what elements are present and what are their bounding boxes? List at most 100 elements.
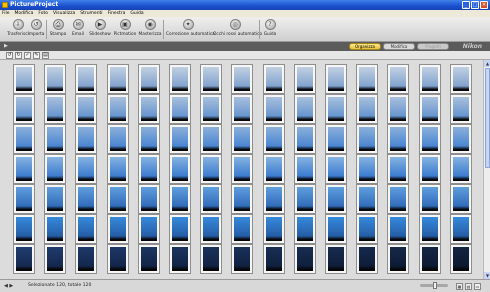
photo-thumbnail[interactable]: [200, 244, 222, 274]
photo-thumbnail[interactable]: [138, 124, 160, 154]
photo-thumbnail[interactable]: [419, 124, 441, 154]
photo-thumbnail[interactable]: [294, 124, 316, 154]
zoom-slider[interactable]: [420, 282, 448, 289]
photo-thumbnail[interactable]: [263, 124, 285, 154]
photo-thumbnail[interactable]: [13, 184, 35, 214]
photo-thumbnail[interactable]: [294, 64, 316, 94]
scroll-up-icon[interactable]: ▲: [484, 60, 490, 67]
photo-thumbnail[interactable]: [294, 184, 316, 214]
photo-thumbnail[interactable]: [200, 214, 222, 244]
photo-thumbnail[interactable]: [419, 244, 441, 274]
photo-thumbnail[interactable]: [200, 94, 222, 124]
photo-thumbnail[interactable]: [356, 184, 378, 214]
photo-thumbnail[interactable]: [107, 244, 129, 274]
photo-thumbnail[interactable]: [419, 94, 441, 124]
scroll-thumb[interactable]: [485, 68, 490, 168]
photo-thumbnail[interactable]: [75, 64, 97, 94]
photo-thumbnail[interactable]: [450, 64, 472, 94]
photo-thumbnail[interactable]: [356, 64, 378, 94]
photo-thumbnail[interactable]: [13, 154, 35, 184]
import-button[interactable]: ↺ Importa: [26, 18, 46, 41]
detail-view-icon[interactable]: ▭: [474, 283, 481, 290]
email-button[interactable]: ✉ Email: [68, 18, 88, 41]
photo-thumbnail[interactable]: [231, 64, 253, 94]
grid-view-icon[interactable]: ▦: [456, 283, 463, 290]
photo-thumbnail[interactable]: [231, 184, 253, 214]
rotate-left-icon[interactable]: ↺: [6, 52, 13, 59]
photo-thumbnail[interactable]: [107, 184, 129, 214]
menu-finestra[interactable]: Finestra: [108, 10, 126, 17]
photo-thumbnail[interactable]: [325, 154, 347, 184]
photo-thumbnail[interactable]: [231, 124, 253, 154]
maximize-button[interactable]: □: [471, 1, 479, 9]
scroll-down-icon[interactable]: ▼: [484, 272, 490, 279]
photo-thumbnail[interactable]: [387, 184, 409, 214]
photo-thumbnail[interactable]: [138, 154, 160, 184]
help-button[interactable]: ? Guida: [261, 18, 279, 41]
photo-thumbnail[interactable]: [169, 244, 191, 274]
photo-thumbnail[interactable]: [138, 244, 160, 274]
photo-thumbnail[interactable]: [44, 64, 66, 94]
photo-thumbnail[interactable]: [450, 184, 472, 214]
photo-thumbnail[interactable]: [44, 124, 66, 154]
photo-thumbnail[interactable]: [138, 214, 160, 244]
photo-thumbnail[interactable]: [138, 184, 160, 214]
photo-thumbnail[interactable]: [263, 64, 285, 94]
photo-thumbnail[interactable]: [107, 154, 129, 184]
photo-thumbnail[interactable]: [200, 154, 222, 184]
photo-thumbnail[interactable]: [325, 124, 347, 154]
photo-thumbnail[interactable]: [325, 214, 347, 244]
photo-thumbnail[interactable]: [294, 214, 316, 244]
photo-thumbnail[interactable]: [356, 214, 378, 244]
photo-thumbnail[interactable]: [13, 124, 35, 154]
photo-thumbnail[interactable]: [356, 94, 378, 124]
photo-thumbnail[interactable]: [107, 124, 129, 154]
photo-thumbnail[interactable]: [13, 214, 35, 244]
photo-thumbnail[interactable]: [419, 64, 441, 94]
photo-thumbnail[interactable]: [231, 214, 253, 244]
photo-thumbnail[interactable]: [450, 124, 472, 154]
photo-thumbnail[interactable]: [231, 154, 253, 184]
collapse-arrow-icon[interactable]: ▶: [4, 43, 8, 49]
photo-thumbnail[interactable]: [419, 214, 441, 244]
photo-thumbnail[interactable]: [387, 94, 409, 124]
minimize-button[interactable]: _: [462, 1, 470, 9]
photo-thumbnail[interactable]: [13, 64, 35, 94]
photo-thumbnail[interactable]: [263, 154, 285, 184]
photo-thumbnail[interactable]: [294, 244, 316, 274]
photo-thumbnail[interactable]: [231, 244, 253, 274]
auto-correct-button[interactable]: ✦ Correzione automatica: [166, 18, 215, 41]
photo-thumbnail[interactable]: [169, 94, 191, 124]
red-eye-button[interactable]: ◎ Occhi rossi automatico: [213, 18, 262, 41]
list-view-icon[interactable]: ▤: [465, 283, 472, 290]
photo-thumbnail[interactable]: [75, 94, 97, 124]
photo-thumbnail[interactable]: [107, 64, 129, 94]
photo-thumbnail[interactable]: [450, 94, 472, 124]
photo-thumbnail[interactable]: [107, 214, 129, 244]
burn-button[interactable]: ◉ Masterizza: [138, 18, 162, 41]
photo-thumbnail[interactable]: [75, 124, 97, 154]
photo-thumbnail[interactable]: [325, 184, 347, 214]
photo-thumbnail[interactable]: [107, 94, 129, 124]
menu-visualizza[interactable]: Visualizza: [53, 10, 75, 17]
photo-thumbnail[interactable]: [356, 124, 378, 154]
pictmotion-button[interactable]: ▣ Pictmotion: [113, 18, 137, 41]
photo-thumbnail[interactable]: [231, 94, 253, 124]
edit-icon[interactable]: ✎: [33, 52, 40, 59]
menu-modifica[interactable]: Modifica: [15, 10, 34, 17]
photo-thumbnail[interactable]: [169, 214, 191, 244]
photo-thumbnail[interactable]: [450, 244, 472, 274]
photo-thumbnail[interactable]: [200, 64, 222, 94]
photo-thumbnail[interactable]: [356, 154, 378, 184]
photo-thumbnail[interactable]: [44, 94, 66, 124]
photo-thumbnail[interactable]: [450, 214, 472, 244]
menu-guida[interactable]: Guida: [130, 10, 143, 17]
photo-thumbnail[interactable]: [294, 154, 316, 184]
close-button[interactable]: ✕: [480, 1, 488, 9]
nav-arrows-icon[interactable]: ◀ ▶: [4, 283, 13, 289]
photo-thumbnail[interactable]: [325, 244, 347, 274]
vertical-scrollbar[interactable]: ▲ ▼: [483, 60, 490, 279]
photo-thumbnail[interactable]: [44, 184, 66, 214]
photo-thumbnail[interactable]: [13, 94, 35, 124]
photo-thumbnail[interactable]: [75, 214, 97, 244]
